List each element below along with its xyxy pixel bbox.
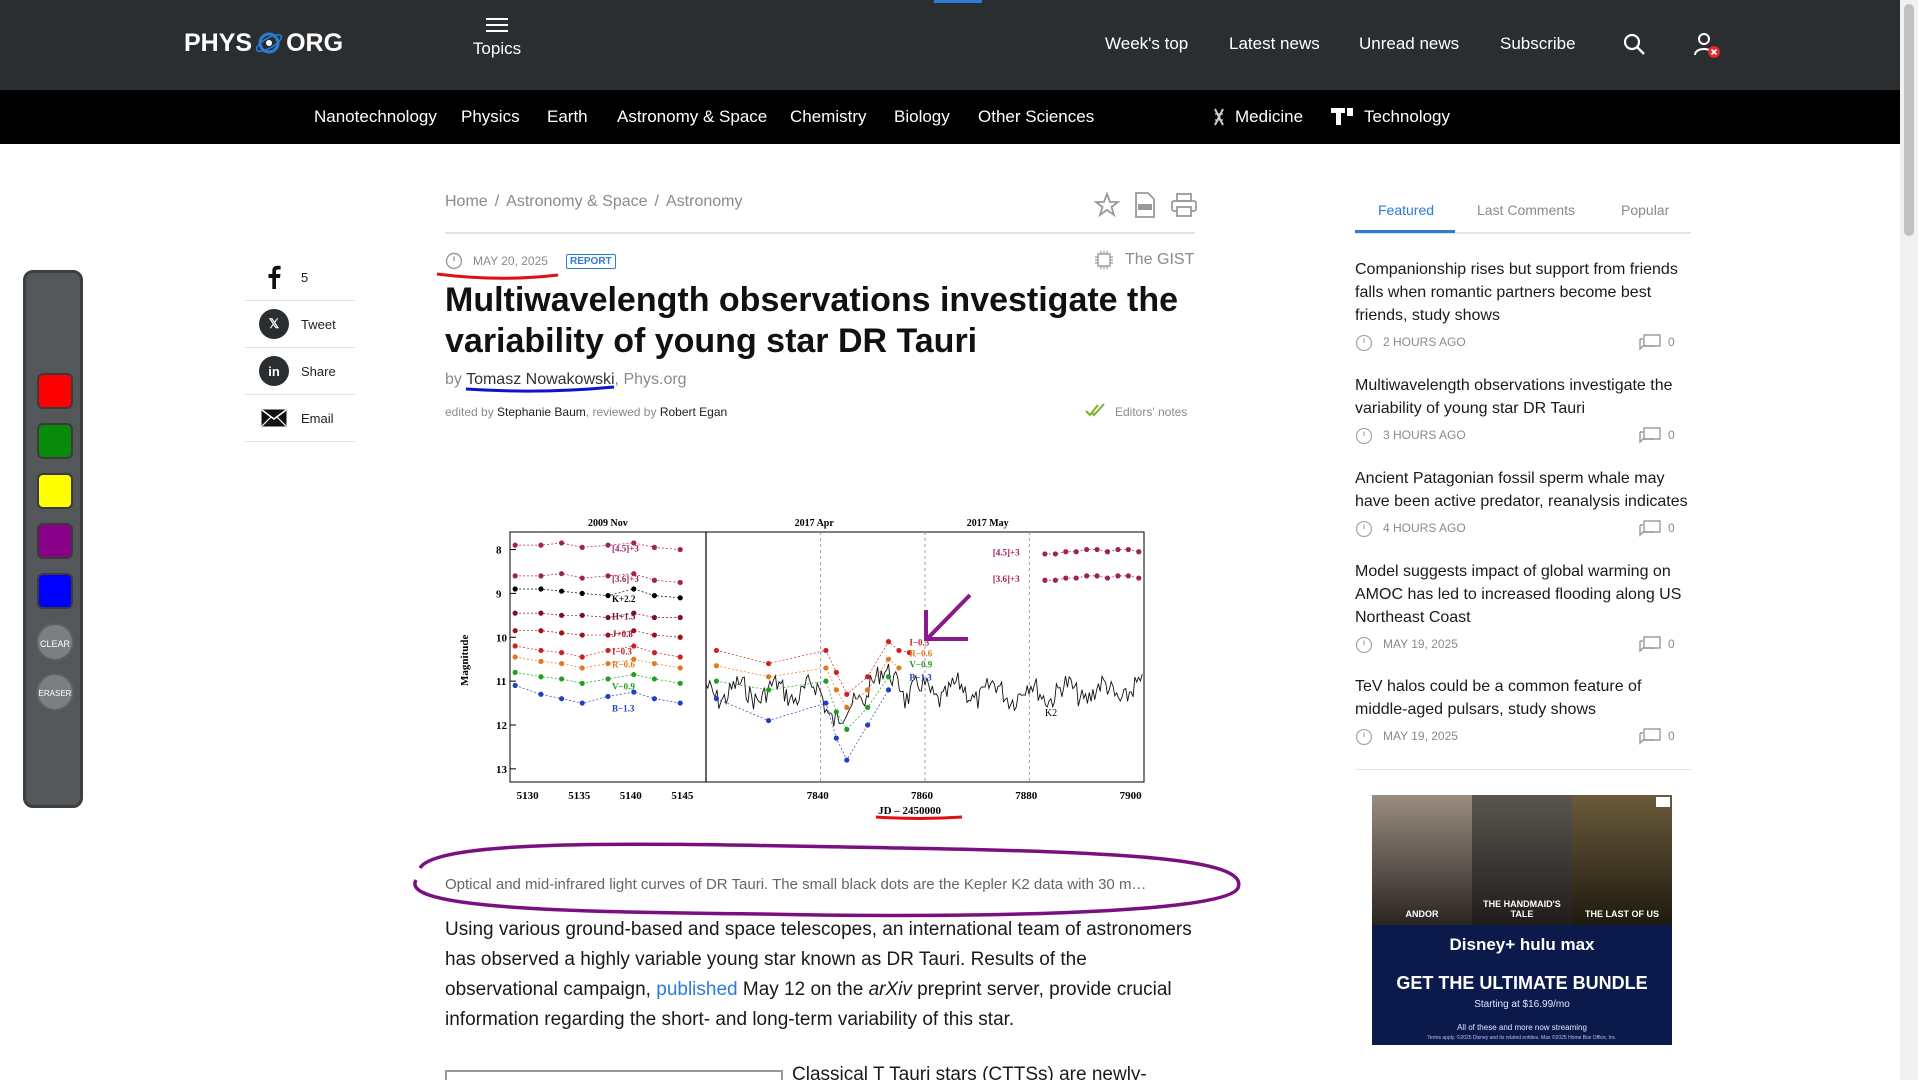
clock-icon bbox=[1355, 636, 1373, 657]
comments-icon bbox=[1639, 520, 1661, 541]
purple-ellipse-caption bbox=[413, 842, 1241, 918]
comments-icon bbox=[1639, 728, 1661, 749]
clock-icon bbox=[1355, 427, 1373, 448]
ad-brands: Disney+ hulu max bbox=[1449, 935, 1595, 954]
ad-note: All of these and more now streaming bbox=[1457, 1023, 1587, 1032]
sidebar-article[interactable]: Companionship rises but support from fri… bbox=[1355, 258, 1691, 353]
active-tab-underline bbox=[1355, 230, 1455, 233]
purple-arrow bbox=[924, 593, 972, 641]
comments-icon bbox=[1639, 334, 1661, 355]
sidebar-article-time: 3 HOURS AGO bbox=[1383, 428, 1466, 442]
sidebar-article[interactable]: TeV halos could be a common feature of m… bbox=[1355, 675, 1691, 747]
sidebar-article-title[interactable]: Model suggests impact of global warming … bbox=[1355, 560, 1691, 629]
sidebar-article-meta: MAY 19, 2025 0 bbox=[1355, 727, 1691, 747]
red-underline-date bbox=[436, 272, 559, 280]
scrollbar-thumb[interactable] bbox=[1904, 4, 1914, 236]
sidebar-article-time: 4 HOURS AGO bbox=[1383, 521, 1466, 535]
streaming-bundle-ad[interactable]: ANDOR THE HANDMAID'S TALE THE LAST OF US… bbox=[1372, 795, 1672, 1045]
comments-count: 0 bbox=[1668, 428, 1675, 442]
comments-icon bbox=[1639, 427, 1661, 448]
sidebar-divider bbox=[1355, 769, 1691, 770]
sidebar-article-title[interactable]: TeV halos could be a common feature of m… bbox=[1355, 675, 1691, 721]
comments-count: 0 bbox=[1668, 729, 1675, 743]
sidebar-article[interactable]: Multiwavelength observations investigate… bbox=[1355, 374, 1691, 446]
sidebar-article-title[interactable]: Ancient Patagonian fossil sperm whale ma… bbox=[1355, 467, 1691, 513]
ad-poster-andor: ANDOR bbox=[1372, 795, 1472, 925]
sidebar-article-meta: MAY 19, 2025 0 bbox=[1355, 635, 1691, 655]
red-underline-axis bbox=[875, 815, 963, 820]
ad-fine-print: Terms apply. ©2025 Disney and its relate… bbox=[1427, 1035, 1617, 1041]
tab-featured[interactable]: Featured bbox=[1378, 202, 1434, 218]
sidebar-tabs: Featured Last Comments Popular bbox=[1355, 190, 1691, 234]
page-scrollbar[interactable] bbox=[1900, 0, 1918, 1080]
comments-count: 0 bbox=[1668, 335, 1675, 349]
comments-count: 0 bbox=[1668, 521, 1675, 535]
clock-icon bbox=[1355, 728, 1373, 749]
sidebar-article-time: MAY 19, 2025 bbox=[1383, 637, 1458, 651]
ad-poster-andor-title: ANDOR bbox=[1405, 909, 1439, 919]
tab-popular[interactable]: Popular bbox=[1621, 202, 1669, 218]
ad-headline: GET THE ULTIMATE BUNDLE bbox=[1396, 973, 1648, 993]
adchoices-icon[interactable] bbox=[1656, 797, 1670, 807]
sidebar-article-title[interactable]: Multiwavelength observations investigate… bbox=[1355, 374, 1691, 420]
sidebar-article-time: 2 HOURS AGO bbox=[1383, 335, 1466, 349]
blue-underline-author bbox=[465, 385, 615, 393]
ad-poster-handmaids-tale: THE HANDMAID'S TALE bbox=[1472, 795, 1572, 925]
tab-last-comments[interactable]: Last Comments bbox=[1477, 202, 1575, 218]
ad-poster-lastofus-title: THE LAST OF US bbox=[1585, 909, 1659, 919]
sidebar-article-meta: 2 HOURS AGO 0 bbox=[1355, 333, 1691, 353]
clock-icon bbox=[1355, 520, 1373, 541]
sidebar-article-time: MAY 19, 2025 bbox=[1383, 729, 1458, 743]
clock-icon bbox=[1355, 334, 1373, 355]
comments-count: 0 bbox=[1668, 637, 1675, 651]
sidebar-article[interactable]: Ancient Patagonian fossil sperm whale ma… bbox=[1355, 467, 1691, 539]
sidebar-article[interactable]: Model suggests impact of global warming … bbox=[1355, 560, 1691, 655]
sidebar-article-title[interactable]: Companionship rises but support from fri… bbox=[1355, 258, 1691, 327]
ad-price: Starting at $16.99/mo bbox=[1474, 999, 1570, 1010]
ad-poster-handmaids-title: THE HANDMAID'S TALE bbox=[1483, 899, 1561, 919]
sidebar-article-meta: 4 HOURS AGO 0 bbox=[1355, 519, 1691, 539]
ad-poster-last-of-us: THE LAST OF US bbox=[1572, 795, 1672, 925]
comments-icon bbox=[1639, 636, 1661, 657]
ad-posters: ANDOR THE HANDMAID'S TALE THE LAST OF US bbox=[1372, 795, 1672, 925]
sidebar-article-meta: 3 HOURS AGO 0 bbox=[1355, 426, 1691, 446]
